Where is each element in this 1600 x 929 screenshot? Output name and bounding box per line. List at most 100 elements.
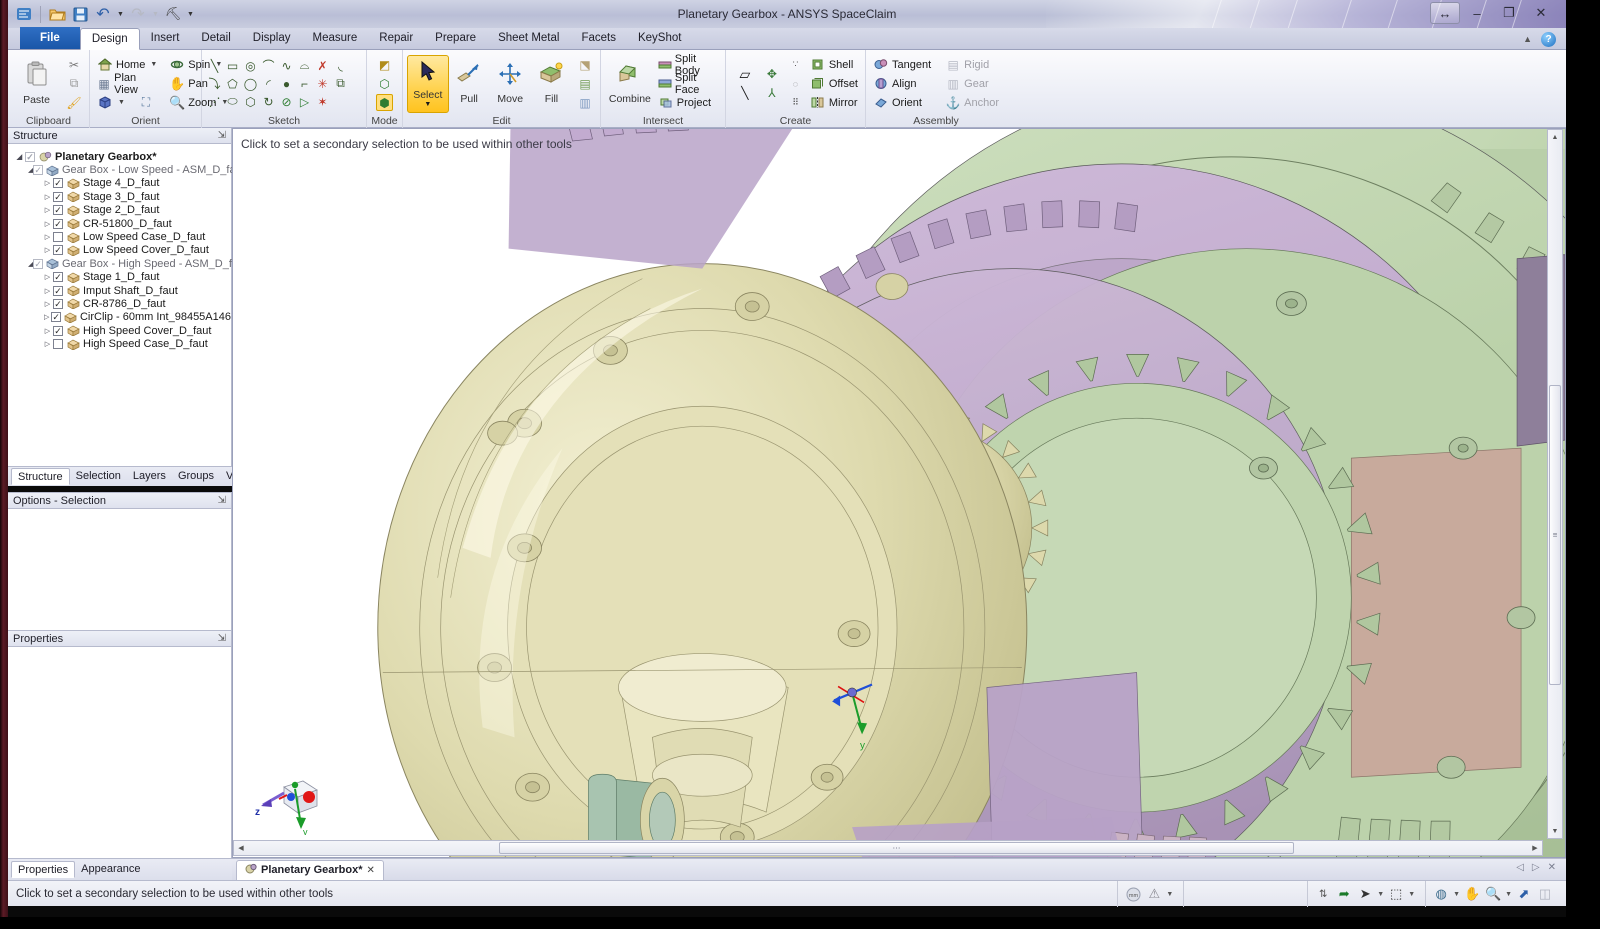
- zoom-extents-icon[interactable]: ⛶: [138, 95, 154, 111]
- move-button[interactable]: Move: [490, 55, 531, 113]
- panel-tab-properties[interactable]: Properties: [11, 861, 75, 878]
- sketch-ellipse-icon[interactable]: ◯: [242, 75, 259, 92]
- undo-icon[interactable]: ↶: [93, 4, 113, 24]
- viewport-vertical-scrollbar[interactable]: ▲ ≡ ▼: [1547, 129, 1563, 839]
- scroll-right-button[interactable]: ▶: [1528, 841, 1542, 855]
- sketch-rectangle-icon[interactable]: ▭: [224, 57, 241, 74]
- sketch-arc-icon[interactable]: ⌒: [260, 57, 277, 74]
- tree-expander-icon[interactable]: ▷: [42, 340, 53, 348]
- tree-visibility-checkbox[interactable]: [53, 205, 63, 215]
- tree-visibility-checkbox[interactable]: [53, 299, 63, 309]
- sketch-tangent-arc-icon[interactable]: ⌓: [296, 57, 313, 74]
- horizontal-scroll-thumb[interactable]: ⋯: [499, 842, 1294, 854]
- sketch-mode-icon[interactable]: ◩: [376, 56, 393, 73]
- tree-expander-icon[interactable]: ▷: [42, 233, 53, 241]
- home-dropdown-icon[interactable]: ▼: [150, 61, 157, 68]
- properties-pin-icon[interactable]: ⇲: [218, 633, 226, 644]
- tree-expander-icon[interactable]: ▷: [42, 300, 53, 308]
- tree-visibility-checkbox[interactable]: [53, 232, 63, 242]
- tab-measure[interactable]: Measure: [302, 28, 369, 49]
- panel-tab-selection[interactable]: Selection: [70, 468, 127, 485]
- tree-item[interactable]: ◢Gear Box - Low Speed - ASM_D_faut: [14, 163, 231, 176]
- circular-pattern-button[interactable]: ◌: [784, 75, 806, 93]
- fill-button[interactable]: Fill: [531, 55, 572, 113]
- combine-button[interactable]: Combine: [605, 55, 655, 113]
- customize-qat-icon[interactable]: ▼: [186, 11, 195, 18]
- section-mode-icon[interactable]: ⬡: [376, 75, 393, 92]
- origin-button[interactable]: ✥: [761, 65, 783, 83]
- pull-options-button[interactable]: ⬔: [574, 56, 596, 74]
- tree-item[interactable]: ▷CR-51800_D_faut: [14, 217, 231, 230]
- close-button[interactable]: ✕: [1526, 2, 1556, 24]
- redo-dropdown-icon[interactable]: ▼: [151, 11, 160, 18]
- tab-facets[interactable]: Facets: [570, 28, 627, 49]
- spinner-icon[interactable]: ⇅: [1314, 885, 1332, 903]
- vertical-scroll-thumb[interactable]: ≡: [1549, 385, 1561, 685]
- sketch-circle-icon[interactable]: ◎: [242, 57, 259, 74]
- mirror-button[interactable]: Mirror: [807, 94, 861, 112]
- view-mode-button[interactable]: ▼ ⛶: [94, 94, 160, 112]
- pan-icon[interactable]: ✋: [1463, 885, 1481, 903]
- tree-expander-icon[interactable]: ▷: [42, 193, 53, 201]
- scroll-left-button[interactable]: ◀: [234, 841, 248, 855]
- point-pattern-button[interactable]: ∵: [784, 56, 806, 74]
- sketch-extend-icon[interactable]: ✶: [314, 93, 331, 110]
- minimize-button[interactable]: –: [1462, 2, 1492, 24]
- pull-button[interactable]: Pull: [449, 55, 490, 113]
- select-dropdown-icon[interactable]: ▼: [1377, 891, 1384, 898]
- tree-item[interactable]: ▷Stage 3_D_faut: [14, 190, 231, 203]
- tree-visibility-checkbox[interactable]: [53, 326, 63, 336]
- options-pin-icon[interactable]: ⇲: [218, 495, 226, 506]
- tree-visibility-checkbox[interactable]: [51, 312, 61, 322]
- tab-insert[interactable]: Insert: [140, 28, 191, 49]
- sketch-line-icon[interactable]: ╲: [206, 57, 223, 74]
- 3d-model-render[interactable]: y: [233, 129, 1565, 857]
- project-button[interactable]: Project: [655, 94, 721, 112]
- tree-item[interactable]: ▷Low Speed Cover_D_faut: [14, 244, 231, 257]
- tree-item[interactable]: ▷High Speed Case_D_faut: [14, 337, 231, 350]
- zoom-icon[interactable]: 🔍: [1484, 885, 1502, 903]
- tree-visibility-checkbox[interactable]: [25, 152, 35, 162]
- undo-dropdown-icon[interactable]: ▼: [116, 11, 125, 18]
- view-dropdown-icon[interactable]: ▼: [118, 99, 125, 106]
- fill-options-button[interactable]: ▥: [574, 94, 596, 112]
- panel-tab-appearance[interactable]: Appearance: [75, 861, 146, 878]
- sketch-construction-line-icon[interactable]: ⤵: [206, 75, 223, 92]
- tree-item[interactable]: ▷Imput Shaft_D_faut: [14, 284, 231, 297]
- tree-item[interactable]: ▷Low Speed Case_D_faut: [14, 230, 231, 243]
- sketch-polygon-icon[interactable]: ⬠: [224, 75, 241, 92]
- split-face-button[interactable]: Split Face: [655, 75, 721, 93]
- structure-tree[interactable]: ◢Planetary Gearbox*◢Gear Box - Low Speed…: [8, 144, 231, 351]
- tab-prepare[interactable]: Prepare: [424, 28, 487, 49]
- document-tab-close-icon[interactable]: ✕: [367, 865, 375, 876]
- sketch-offset-icon[interactable]: ⧉: [332, 75, 349, 92]
- scroll-up-button[interactable]: ▲: [1548, 130, 1562, 144]
- ribbon-collapse-button[interactable]: ▲: [1523, 34, 1532, 44]
- tab-file[interactable]: File: [20, 27, 80, 49]
- sketch-project-icon[interactable]: ▷: [296, 93, 313, 110]
- coordinate-system-button[interactable]: ⅄: [761, 84, 783, 102]
- sketch-trim-icon[interactable]: ✗: [314, 57, 331, 74]
- select-arrow-icon[interactable]: ➤: [1356, 885, 1374, 903]
- app-menu-icon[interactable]: [14, 4, 34, 24]
- orient-assembly-button[interactable]: Orient: [870, 94, 934, 112]
- maximize-button[interactable]: ❐: [1494, 2, 1524, 24]
- box-select-dropdown-icon[interactable]: ▼: [1408, 891, 1415, 898]
- document-tab[interactable]: Planetary Gearbox* ✕: [236, 860, 384, 880]
- 3d-viewport[interactable]: y Click to set a secondary selection to …: [232, 128, 1566, 858]
- sketch-spline-icon[interactable]: ∿: [278, 57, 295, 74]
- open-icon[interactable]: [47, 4, 67, 24]
- align-button[interactable]: Align: [870, 75, 934, 93]
- sketch-sweep-arc-icon[interactable]: ↻: [260, 93, 277, 110]
- sketch-fillet-icon[interactable]: ◟: [332, 57, 349, 74]
- tree-expander-icon[interactable]: ◢: [14, 153, 25, 161]
- scroll-down-button[interactable]: ▼: [1548, 824, 1562, 838]
- sketch-split-icon[interactable]: ✳: [314, 75, 331, 92]
- tab-display[interactable]: Display: [242, 28, 302, 49]
- tree-visibility-checkbox[interactable]: [53, 245, 63, 255]
- tree-item[interactable]: ◢Gear Box - High Speed - ASM_D_faut: [14, 257, 231, 270]
- tree-expander-icon[interactable]: ▷: [42, 327, 53, 335]
- zoom-extents-icon[interactable]: ⬈: [1515, 885, 1533, 903]
- tree-item[interactable]: ▷High Speed Cover_D_faut: [14, 324, 231, 337]
- tab-design[interactable]: Design: [80, 28, 140, 50]
